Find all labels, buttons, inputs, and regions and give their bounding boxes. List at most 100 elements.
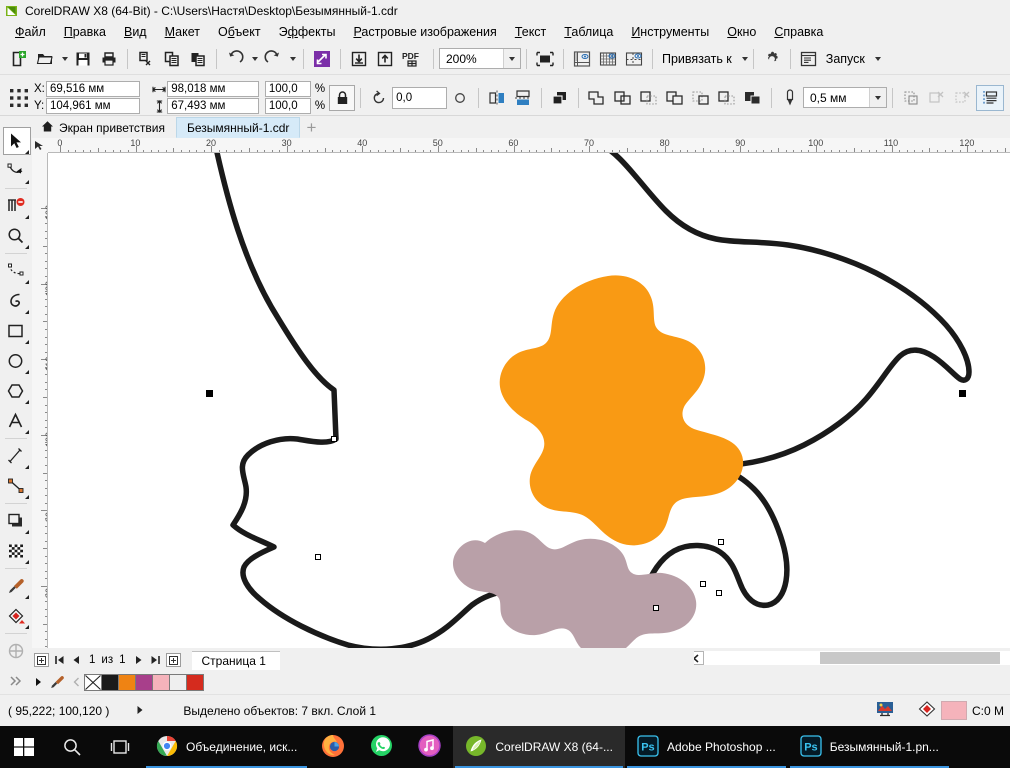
object-properties-docker-icon[interactable]	[976, 84, 1004, 111]
tool-artistic-media-flyout-icon[interactable]	[25, 310, 29, 314]
tab-document[interactable]: Безымянный-1.cdr	[176, 117, 301, 138]
simplify-icon[interactable]	[662, 85, 688, 111]
x-position-input[interactable]: 69,516 мм	[46, 81, 140, 97]
taskbar-app-itunes[interactable]	[405, 726, 453, 768]
front-minus-back-icon[interactable]	[688, 85, 714, 111]
outline-width-combo[interactable]: 0,5 мм	[803, 87, 887, 108]
tool-shape-flyout-icon[interactable]	[25, 180, 29, 184]
tab-welcome-screen[interactable]: Экран приветствия	[30, 117, 176, 138]
tool-transparency-flyout-icon[interactable]	[25, 560, 29, 564]
ruler-corner[interactable]	[32, 138, 48, 153]
tool-eyedropper-flyout-icon[interactable]	[25, 595, 29, 599]
tool-parallel-dimension[interactable]	[0, 441, 32, 471]
tool-text[interactable]	[0, 406, 32, 436]
add-page-after-button[interactable]	[165, 653, 181, 667]
fill-color-swatch[interactable]	[940, 701, 967, 720]
swatch-magenta[interactable]	[135, 673, 153, 691]
import-icon[interactable]	[346, 46, 372, 72]
menu-view[interactable]: Вид	[115, 23, 156, 41]
taskbar-app-photoshop-doc[interactable]: Ps Безымянный-1.pn...	[788, 726, 951, 768]
tool-crop-flyout-icon[interactable]	[25, 215, 29, 219]
trim-icon[interactable]	[610, 85, 636, 111]
show-rulers-icon[interactable]	[569, 46, 595, 72]
tool-transparency[interactable]	[0, 536, 32, 566]
lock-ratio-icon[interactable]	[329, 84, 356, 111]
group-objects-icon[interactable]	[547, 85, 573, 111]
tool-zoom[interactable]	[0, 221, 32, 251]
outline-width-dropdown-icon[interactable]	[869, 88, 886, 107]
open-dropdown-icon[interactable]	[58, 46, 70, 72]
path-node[interactable]	[653, 605, 659, 611]
orange-blob[interactable]	[499, 275, 744, 546]
boundary-icon[interactable]	[740, 85, 766, 111]
swatch-red[interactable]	[186, 673, 204, 691]
y-position-input[interactable]: 104,961 мм	[46, 98, 140, 114]
tool-shape[interactable]	[0, 156, 32, 186]
undo-icon[interactable]	[222, 46, 248, 72]
vertical-scrollbar[interactable]	[996, 153, 1010, 648]
zoom-dropdown-icon[interactable]	[503, 49, 520, 68]
tool-freehand[interactable]	[0, 256, 32, 286]
new-document-icon[interactable]	[6, 46, 32, 72]
horizontal-scroll-thumb[interactable]	[820, 652, 1000, 664]
rotation-input[interactable]: 0,0	[392, 86, 447, 109]
snap-to-button[interactable]: Привязать к	[658, 52, 748, 66]
last-page-button[interactable]	[149, 653, 163, 668]
taskbar-app-chrome[interactable]: Объединение, иск...	[144, 726, 309, 768]
current-page-number[interactable]: 1	[86, 654, 98, 666]
mirror-horizontal-icon[interactable]	[484, 85, 510, 111]
palette-scroll-up-icon[interactable]	[30, 673, 46, 691]
swatch-black[interactable]	[101, 673, 119, 691]
artwork-group[interactable]	[48, 153, 1010, 648]
launch-application-icon[interactable]	[796, 46, 822, 72]
redo-dropdown-icon[interactable]	[286, 46, 298, 72]
tool-color-eyedropper[interactable]	[0, 571, 32, 601]
swatch-light-gray[interactable]	[169, 673, 187, 691]
menu-effects[interactable]: Эффекты	[270, 23, 345, 41]
tool-rectangle[interactable]	[0, 316, 32, 346]
open-document-icon[interactable]	[32, 46, 58, 72]
vertical-ruler[interactable]: 1301201101009080	[32, 153, 48, 648]
path-node[interactable]	[718, 539, 724, 545]
swatch-orange[interactable]	[118, 673, 136, 691]
copy-icon[interactable]	[159, 46, 185, 72]
mirror-vertical-icon[interactable]	[510, 85, 536, 111]
menu-tools[interactable]: Инструменты	[622, 23, 718, 41]
width-input[interactable]: 98,018 мм	[167, 81, 260, 97]
page-tab[interactable]: Страница 1	[191, 650, 280, 670]
object-origin-icon[interactable]	[4, 83, 34, 113]
tool-rectangle-flyout-icon[interactable]	[25, 340, 29, 344]
menu-bitmaps[interactable]: Растровые изображения	[344, 23, 505, 41]
fullscreen-preview-icon[interactable]	[532, 46, 558, 72]
menu-table[interactable]: Таблица	[555, 23, 622, 41]
taskbar-search-icon[interactable]	[48, 726, 96, 768]
intersect-icon[interactable]	[636, 85, 662, 111]
tool-pick[interactable]	[0, 126, 32, 156]
tool-drop-shadow[interactable]	[0, 506, 32, 536]
tool-artistic-media[interactable]	[0, 286, 32, 316]
tool-text-flyout-icon[interactable]	[25, 430, 29, 434]
tool-smart-fill[interactable]	[0, 636, 32, 666]
zoom-level-combo[interactable]: 200%	[439, 48, 521, 69]
path-node[interactable]	[716, 590, 722, 596]
back-minus-front-icon[interactable]	[714, 85, 740, 111]
search-content-icon[interactable]	[309, 46, 335, 72]
tool-ellipse[interactable]	[0, 346, 32, 376]
tool-straight-line-connector[interactable]	[0, 471, 32, 501]
selection-handle-right-middle[interactable]	[959, 390, 966, 397]
menu-layout[interactable]: Макет	[156, 23, 209, 41]
swatch-pink[interactable]	[152, 673, 170, 691]
palette-scroll-left-icon[interactable]	[68, 673, 84, 691]
show-grid-icon[interactable]	[595, 46, 621, 72]
taskbar-app-whatsapp[interactable]	[357, 726, 405, 768]
tool-ellipse-flyout-icon[interactable]	[25, 370, 29, 374]
rotation-center-icon[interactable]	[447, 85, 473, 111]
menu-object[interactable]: Объект	[209, 23, 270, 41]
prev-page-button[interactable]	[69, 653, 83, 668]
status-expand-icon[interactable]	[135, 704, 145, 718]
tool-pick-flyout-icon[interactable]	[25, 150, 29, 154]
cut-icon[interactable]	[133, 46, 159, 72]
palette-eyedropper-icon[interactable]	[46, 673, 68, 691]
publish-pdf-icon[interactable]: PDF	[398, 46, 428, 72]
new-tab-plus-icon[interactable]: +	[300, 117, 322, 138]
